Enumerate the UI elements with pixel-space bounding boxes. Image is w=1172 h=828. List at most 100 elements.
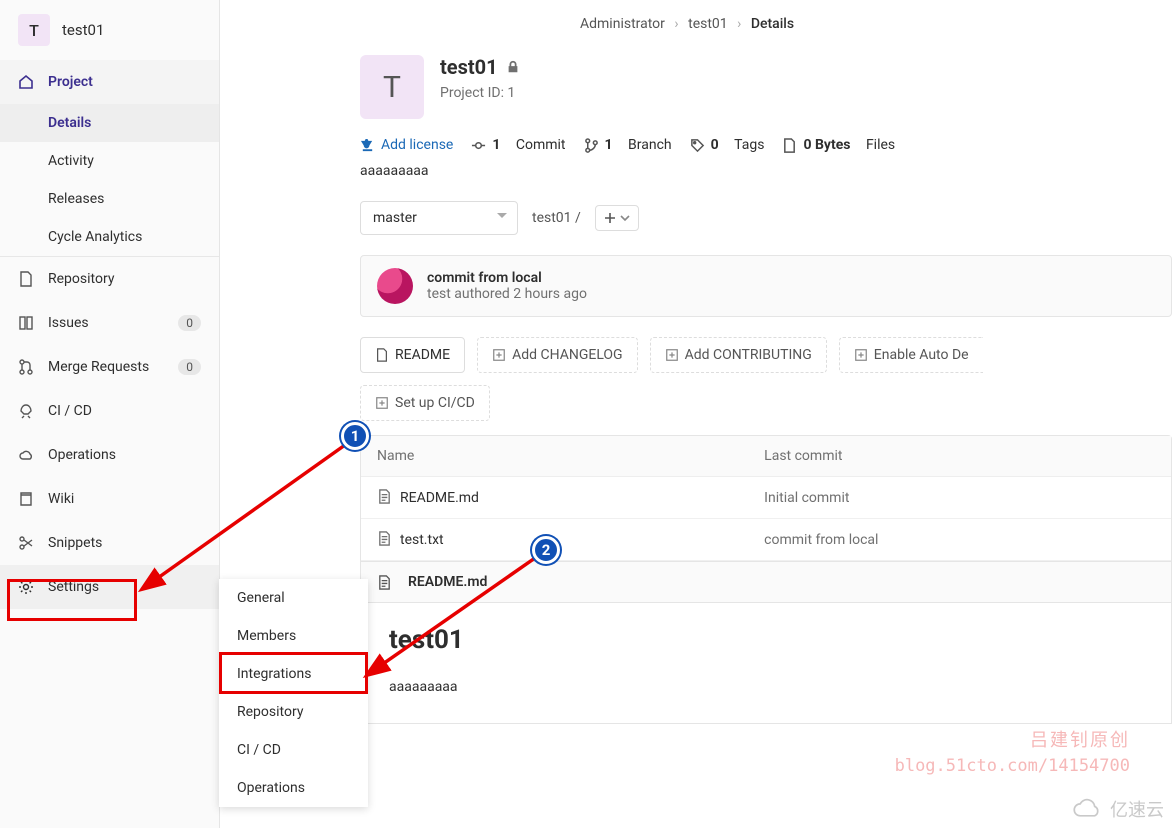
file-icon [375, 348, 389, 362]
sidebar-item-cicd[interactable]: CI / CD [0, 389, 219, 433]
readme-panel-body: test01 aaaaaaaaa [360, 603, 1172, 724]
commit-meta: test authored 2 hours ago [427, 286, 587, 302]
watermark-corner: 亿速云 [1070, 796, 1164, 822]
project-title: test01 [440, 55, 498, 79]
file-table: Name Last commit README.md Initial commi… [360, 435, 1172, 562]
sidebar-item-label: Snippets [48, 535, 102, 551]
add-changelog-button[interactable]: Add CHANGELOG [477, 337, 638, 373]
doc-icon [18, 271, 34, 287]
readme-content: aaaaaaaaa [389, 679, 1143, 695]
setup-cicd-button[interactable]: Set up CI/CD [360, 385, 490, 421]
commit-message: commit from local [427, 270, 587, 286]
latest-commit[interactable]: commit from local test authored 2 hours … [360, 255, 1172, 317]
add-contributing-button[interactable]: Add CONTRIBUTING [650, 337, 827, 373]
sidebar-item-label: Settings [48, 579, 99, 595]
file-icon [377, 489, 392, 504]
submenu-cicd[interactable]: CI / CD [219, 731, 368, 769]
sidebar-project-header[interactable]: T test01 [0, 0, 219, 60]
plus-box-icon [492, 348, 506, 362]
tag-icon [690, 138, 705, 153]
submenu-general[interactable]: General [219, 579, 368, 617]
submenu-integrations[interactable]: Integrations [219, 655, 368, 693]
sidebar-item-label: Wiki [48, 491, 74, 507]
readme-title: test01 [389, 625, 1143, 655]
commits-stat[interactable]: 1 Commit [471, 137, 565, 153]
sidebar: T test01 Project Details Activity Releas… [0, 0, 220, 828]
readme-panel-header: README.md [360, 562, 1172, 603]
sidebar-item-snippets[interactable]: Snippets [0, 521, 219, 565]
scissors-icon [18, 535, 34, 551]
plus-box-icon [375, 396, 389, 410]
col-name-header[interactable]: Name [361, 436, 748, 477]
sidebar-item-label: CI / CD [48, 403, 92, 419]
project-avatar-small: T [18, 14, 50, 46]
mr-count-badge: 0 [178, 359, 201, 375]
watermark-text: 吕建钊原创 [1030, 726, 1130, 752]
branch-icon [584, 138, 599, 153]
sidebar-item-project[interactable]: Project [0, 60, 219, 104]
branch-select[interactable]: master [360, 201, 518, 235]
sidebar-item-label: Operations [48, 447, 116, 463]
merge-icon [18, 359, 34, 375]
sidebar-project-name: test01 [62, 21, 104, 39]
file-icon [377, 575, 392, 590]
lock-icon [506, 60, 520, 74]
commit-author-avatar [377, 268, 413, 304]
cloud-icon [18, 447, 34, 463]
file-icon [377, 531, 392, 546]
issues-icon [18, 315, 34, 331]
add-license-link[interactable]: Add license [360, 137, 453, 153]
plus-icon [604, 212, 616, 224]
sidebar-item-merge-requests[interactable]: Merge Requests 0 [0, 345, 219, 389]
breadcrumb-root[interactable]: Administrator [580, 16, 665, 32]
table-row[interactable]: test.txt commit from local [361, 519, 1171, 561]
rocket-icon [18, 403, 34, 419]
watermark-url: blog.51cto.com/14154700 [895, 756, 1130, 776]
cloud-icon [1070, 798, 1104, 820]
breadcrumb-current: Details [751, 16, 794, 32]
sidebar-item-issues[interactable]: Issues 0 [0, 301, 219, 345]
project-id: Project ID: 1 [440, 85, 520, 101]
breadcrumb-project[interactable]: test01 [688, 16, 728, 32]
files-stat[interactable]: 0 Bytes Files [782, 137, 895, 153]
sidebar-item-wiki[interactable]: Wiki [0, 477, 219, 521]
sidebar-sub-cycle-analytics[interactable]: Cycle Analytics [0, 218, 219, 256]
sidebar-sub-releases[interactable]: Releases [0, 180, 219, 218]
sidebar-item-label: Repository [48, 271, 114, 287]
submenu-repository[interactable]: Repository [219, 693, 368, 731]
col-lastcommit-header[interactable]: Last commit [748, 436, 1171, 477]
sidebar-item-settings[interactable]: Settings [0, 565, 219, 609]
sidebar-item-label: Issues [48, 315, 89, 331]
project-description: aaaaaaaaa [360, 163, 1172, 179]
branches-stat[interactable]: 1 Branch [584, 137, 672, 153]
submenu-members[interactable]: Members [219, 617, 368, 655]
sidebar-item-label: Merge Requests [48, 359, 149, 375]
sidebar-label: Project [48, 74, 93, 90]
annotation-marker-2: 2 [532, 536, 560, 564]
commit-icon [471, 138, 486, 153]
path-crumb[interactable]: test01 / [532, 210, 581, 226]
project-stats: Add license 1 Commit 1 Branch 0 Tags 0 B… [360, 137, 1172, 153]
scale-icon [360, 138, 375, 153]
add-file-button[interactable] [595, 205, 639, 231]
book-icon [18, 491, 34, 507]
tags-stat[interactable]: 0 Tags [690, 137, 765, 153]
issues-count-badge: 0 [178, 315, 201, 331]
readme-button[interactable]: README [360, 337, 465, 373]
sidebar-item-operations[interactable]: Operations [0, 433, 219, 477]
chevron-down-icon [620, 213, 630, 223]
sidebar-sub-activity[interactable]: Activity [0, 142, 219, 180]
annotation-marker-1: 1 [341, 422, 369, 450]
sidebar-sub-details[interactable]: Details [0, 104, 219, 142]
sidebar-item-repository[interactable]: Repository [0, 257, 219, 301]
settings-submenu: General Members Integrations Repository … [219, 579, 368, 807]
plus-box-icon [854, 348, 868, 362]
gear-icon [18, 579, 34, 595]
table-row[interactable]: README.md Initial commit [361, 477, 1171, 519]
breadcrumb: Administrator › test01 › Details [580, 16, 794, 32]
plus-box-icon [665, 348, 679, 362]
enable-autodevops-button[interactable]: Enable Auto De [839, 337, 983, 373]
file-icon [782, 138, 797, 153]
submenu-operations[interactable]: Operations [219, 769, 368, 807]
project-avatar-large: T [360, 55, 424, 119]
